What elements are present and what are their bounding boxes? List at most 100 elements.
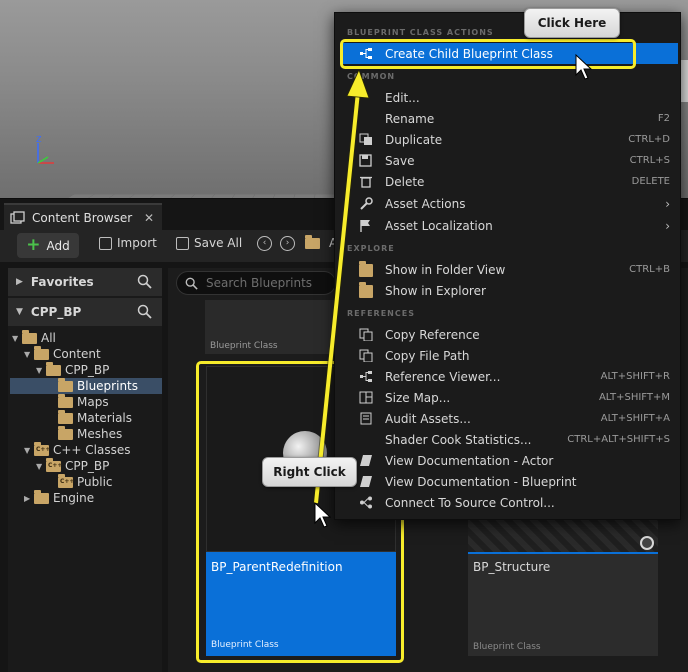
tree-item-maps[interactable]: Maps <box>10 393 162 410</box>
menu-item-asset-actions[interactable]: Asset Actions › <box>343 193 678 214</box>
menu-item-rename[interactable]: Rename F2 <box>343 108 678 129</box>
menu-item-view-doc-actor[interactable]: View Documentation - Actor <box>343 450 678 471</box>
menu-item-shortcut: CTRL+D <box>628 134 670 145</box>
tree-item-content[interactable]: ▼ Content <box>10 345 162 362</box>
tab-content-browser[interactable]: Content Browser ✕ <box>4 203 162 231</box>
menu-item-label: Show in Folder View <box>385 262 506 277</box>
asset-tile[interactable]: BP_Structure Blueprint Class <box>468 500 658 656</box>
menu-item-label: Duplicate <box>385 132 443 147</box>
expanded-arrow-icon: ▼ <box>16 307 23 317</box>
menu-item-delete[interactable]: Delete DELETE <box>343 171 678 192</box>
tree-label: Engine <box>53 491 95 505</box>
menu-item-duplicate[interactable]: Duplicate CTRL+D <box>343 129 678 150</box>
expanded-arrow-icon: ▼ <box>24 349 31 359</box>
tree-item-engine[interactable]: ▶ Engine <box>10 489 162 506</box>
path-folder-button[interactable]: A <box>305 234 337 250</box>
add-label: Add <box>46 238 70 253</box>
folder-icon <box>359 261 373 277</box>
wrench-icon <box>360 197 373 210</box>
menu-item-shortcut: F2 <box>657 113 670 124</box>
menu-item-edit[interactable]: Edit... <box>343 87 678 108</box>
tree-item-blueprints[interactable]: Blueprints <box>10 377 162 394</box>
favorites-header[interactable]: ▶ Favorites <box>8 268 162 296</box>
menu-item-shortcut: ALT+SHIFT+R <box>600 371 670 382</box>
menu-item-label: Size Map... <box>385 390 451 405</box>
menu-section-references: REFERENCES <box>347 309 415 318</box>
audit-icon <box>360 412 372 425</box>
tree-item-cpp-bp-module[interactable]: ▼ CPP_BP <box>10 457 162 474</box>
tree-label: Maps <box>77 395 109 409</box>
source-control-icon <box>360 496 372 509</box>
search-input[interactable]: Search Blueprints <box>176 271 336 295</box>
save-all-label: Save All <box>194 236 243 250</box>
click-here-callout: Click Here <box>524 8 620 38</box>
menu-section-blueprint: BLUEPRINT CLASS ACTIONS <box>347 28 494 37</box>
history-back-button[interactable]: ‹ <box>257 236 272 251</box>
menu-item-label: Delete <box>385 174 425 189</box>
menu-item-label: View Documentation - Actor <box>385 453 554 468</box>
size-map-icon <box>359 391 373 404</box>
menu-item-shader-cook-statistics[interactable]: Shader Cook Statistics... CTRL+ALT+SHIFT… <box>343 429 678 450</box>
code-folder-icon <box>34 441 50 456</box>
code-folder-icon <box>46 457 62 472</box>
search-icon[interactable] <box>137 304 152 319</box>
folder-icon <box>46 361 61 376</box>
menu-item-copy-file-path[interactable]: Copy File Path <box>343 345 678 366</box>
content-browser-icon <box>10 211 25 224</box>
menu-item-shortcut: CTRL+ALT+SHIFT+S <box>567 434 670 445</box>
menu-section-explore: EXPLORE <box>347 244 395 253</box>
menu-item-label: Reference Viewer... <box>385 369 501 384</box>
documentation-icon <box>360 476 372 487</box>
menu-item-label: Connect To Source Control... <box>385 495 555 510</box>
search-icon[interactable] <box>137 274 152 289</box>
menu-item-label: Save <box>385 153 415 168</box>
tab-title: Content Browser <box>32 211 133 225</box>
flag-icon <box>360 220 370 232</box>
menu-item-view-doc-blueprint[interactable]: View Documentation - Blueprint <box>343 471 678 492</box>
tree-item-materials[interactable]: Materials <box>10 409 162 426</box>
search-placeholder: Search Blueprints <box>206 276 313 290</box>
copy-icon <box>359 349 373 362</box>
menu-item-shortcut: ALT+SHIFT+A <box>600 413 670 424</box>
menu-item-connect-source-control[interactable]: Connect To Source Control... <box>343 492 678 513</box>
tree-item-cpp-bp[interactable]: ▼ CPP_BP <box>10 361 162 378</box>
asset-name: BP_Structure <box>473 560 551 574</box>
documentation-icon <box>360 455 372 466</box>
callout-text: Click Here <box>537 16 607 30</box>
asset-type-label: Blueprint Class <box>210 341 278 351</box>
menu-item-reference-viewer[interactable]: Reference Viewer... ALT+SHIFT+R <box>343 366 678 387</box>
actor-class-icon <box>640 536 654 550</box>
tree-label: CPP_BP <box>65 459 110 473</box>
folder-icon <box>58 409 73 424</box>
asset-type-label: Blueprint Class <box>473 642 541 652</box>
tree-label: Materials <box>77 411 133 425</box>
project-header[interactable]: ▼ CPP_BP <box>8 298 162 326</box>
history-forward-button[interactable]: › <box>280 236 295 251</box>
menu-item-audit-assets[interactable]: Audit Assets... ALT+SHIFT+A <box>343 408 678 429</box>
tree-label: CPP_BP <box>65 363 110 377</box>
tree-label: All <box>41 331 56 345</box>
menu-item-label: Audit Assets... <box>385 411 471 426</box>
menu-section-common: COMMON <box>347 72 396 81</box>
menu-item-size-map[interactable]: Size Map... ALT+SHIFT+M <box>343 387 678 408</box>
close-icon[interactable]: ✕ <box>144 211 154 225</box>
viewport-edge-button <box>680 60 688 102</box>
menu-item-show-in-folder-view[interactable]: Show in Folder View CTRL+B <box>343 259 678 280</box>
menu-item-copy-reference[interactable]: Copy Reference <box>343 324 678 345</box>
folder-icon <box>305 234 320 249</box>
reference-viewer-icon <box>360 371 372 382</box>
menu-item-asset-localization[interactable]: Asset Localization › <box>343 215 678 236</box>
menu-item-label: Asset Localization <box>385 218 493 233</box>
folder-icon <box>34 489 49 504</box>
tree-item-all[interactable]: ▼ All <box>10 329 162 346</box>
tree-item-cpp-classes[interactable]: ▼ C++ Classes <box>10 441 162 458</box>
import-button[interactable]: Import <box>99 236 157 250</box>
folder-tree: ▼ All ▼ Content ▼ CPP_BP Blueprints Maps Ma… <box>10 329 162 506</box>
tree-item-public[interactable]: Public <box>10 473 162 490</box>
menu-item-show-in-explorer[interactable]: Show in Explorer <box>343 280 678 301</box>
search-icon <box>185 277 198 290</box>
save-all-button[interactable]: Save All <box>176 236 242 250</box>
add-button[interactable]: + Add <box>17 233 79 258</box>
tree-item-meshes[interactable]: Meshes <box>10 425 162 442</box>
menu-item-save[interactable]: Save CTRL+S <box>343 150 678 171</box>
